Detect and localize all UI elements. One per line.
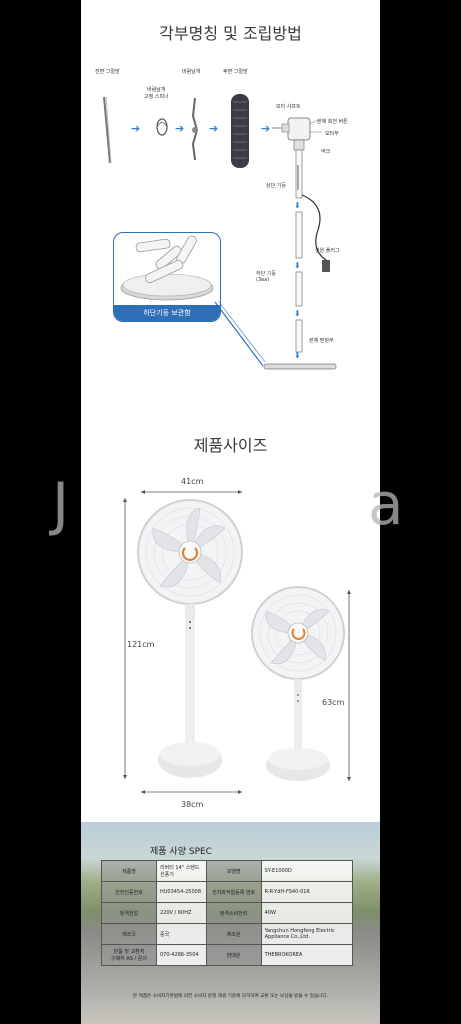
spec-key: 제품명 bbox=[101, 860, 157, 882]
svg-text:⬇: ⬇ bbox=[294, 351, 301, 360]
arrow-icon: ➔ bbox=[175, 122, 185, 135]
spec-row: 제품명 리버티 14" 스탠드 선풍기 모델명 SY-E1000D bbox=[101, 860, 354, 882]
spec-key: 전자파적합등록 번호 bbox=[205, 881, 262, 903]
spec-title: 제품 사양 SPEC bbox=[150, 847, 212, 857]
svg-text:⬇: ⬇ bbox=[294, 309, 301, 318]
blade-illustration bbox=[191, 97, 199, 161]
spec-key: 안전인증번호 bbox=[101, 881, 157, 903]
size-title: 제품사이즈 bbox=[193, 436, 268, 455]
arrow-icon: ➔ bbox=[131, 122, 141, 135]
storage-pointer-line bbox=[214, 301, 266, 367]
stand-assembly-illustration: ⬇ ⬇ ⬇ ⬇ bbox=[263, 117, 337, 370]
spec-key: 제조국 bbox=[101, 923, 157, 945]
spec-row: 안전인증번호 HU03454-25008 전자파적합등록 번호 R-R-YdH-FS4… bbox=[101, 881, 354, 903]
spec-section: 제품 사양 SPEC 제품명 리버티 14" 스탠드 선풍기 모델명 SY-E1000… bbox=[81, 822, 380, 1024]
storage-inset: 하단기둥 보관함 bbox=[113, 232, 221, 322]
label-blade: 바람날개 bbox=[182, 69, 201, 75]
large-fan-illustration bbox=[137, 499, 243, 778]
dim-base-line bbox=[141, 790, 242, 794]
spec-key: 모델명 bbox=[205, 860, 262, 882]
watermark-right: a bbox=[368, 470, 406, 538]
dim-height-small-line bbox=[347, 590, 351, 781]
spec-value: R-R-YdH-FS40-01R bbox=[260, 881, 354, 903]
label-front-grill: 전면 그릴망 bbox=[95, 69, 120, 75]
spec-key: 정격소비전력 bbox=[205, 902, 262, 924]
spec-key: 판매원 bbox=[205, 944, 262, 966]
storage-illustration bbox=[120, 235, 214, 301]
rear-grill-illustration bbox=[231, 94, 249, 168]
label-blade-fix: 바람날개 고정 스피너 bbox=[144, 87, 169, 100]
spec-row: 반품 및 교환처 구매처 AS / 문의 070-4286-3504 판매원 THEB… bbox=[101, 944, 354, 966]
product-detail-page: 각부명칭 및 조립방법 전면 그릴망 ➔ 바람날개 고정 스피너 ➔ 바람날개 … bbox=[81, 0, 380, 1024]
dim-base-width: 38cm bbox=[181, 800, 204, 809]
spec-row: 제조국 중국 제조원 Yangchun Hongfeng Electric Appli… bbox=[101, 923, 354, 945]
dim-height-line bbox=[123, 498, 127, 779]
spec-key: 제조원 bbox=[205, 923, 262, 945]
svg-text:⬇: ⬇ bbox=[294, 201, 301, 210]
svg-text:⬇: ⬇ bbox=[294, 261, 301, 270]
front-grill-illustration bbox=[103, 96, 112, 164]
spec-key: 정격전압 bbox=[101, 902, 157, 924]
label-motor-shaft: 모터 샤프트 bbox=[276, 104, 301, 110]
dim-width-large: 41cm bbox=[181, 477, 204, 486]
spec-value: 중국 bbox=[156, 923, 207, 945]
label-rear-grill: 후면 그릴망 bbox=[223, 69, 248, 75]
spec-table: 제품명 리버티 14" 스탠드 선풍기 모델명 SY-E1000D 안전인증번호 HU03… bbox=[101, 860, 354, 966]
storage-caption: 하단기둥 보관함 bbox=[114, 305, 220, 321]
spec-value: HU03454-25008 bbox=[156, 881, 207, 903]
spec-row: 정격전압 220V / 60HZ 정격소비전력 40W bbox=[101, 902, 354, 924]
spinner-illustration bbox=[156, 118, 168, 136]
spec-value: SY-E1000D bbox=[260, 860, 354, 882]
spec-value: 리버티 14" 스탠드 선풍기 bbox=[156, 860, 207, 882]
dim-height-small: 63cm bbox=[322, 698, 345, 707]
dim-width-line bbox=[141, 490, 242, 494]
spec-value: 220V / 60HZ bbox=[156, 902, 207, 924]
spec-value: Yangchun Hongfeng Electric Appliance Co.… bbox=[260, 923, 354, 945]
spec-note: 본 제품은 소비자기본법에 의한 소비자 분쟁 해결 기준에 의거하여 교환 또… bbox=[132, 994, 329, 999]
spec-value: THEBROKOREA bbox=[260, 944, 354, 966]
assembly-title: 각부명칭 및 조립방법 bbox=[159, 24, 302, 43]
spec-value: 40W bbox=[260, 902, 354, 924]
arrow-icon: ➔ bbox=[209, 122, 219, 135]
small-fan-illustration bbox=[251, 586, 345, 781]
watermark-left: J bbox=[52, 470, 72, 538]
spec-key: 반품 및 교환처 구매처 AS / 문의 bbox=[101, 944, 157, 966]
spec-value: 070-4286-3504 bbox=[156, 944, 207, 966]
